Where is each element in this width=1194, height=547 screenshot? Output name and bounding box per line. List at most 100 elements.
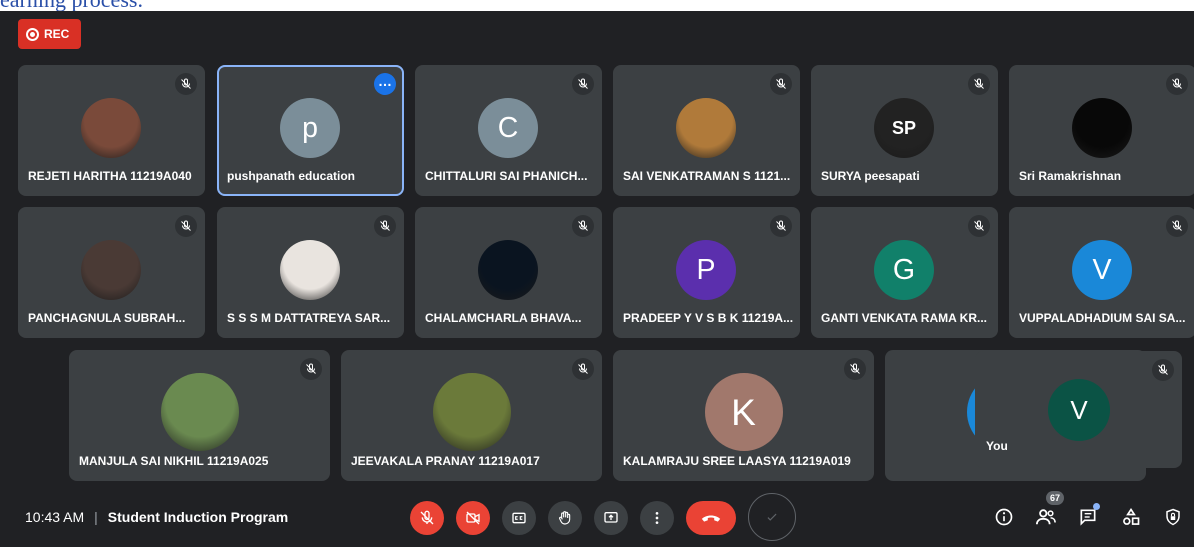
page-top-strip: earning process. [0, 0, 1194, 11]
muted-mic-icon [175, 215, 197, 237]
participant-tile[interactable]: CHALAMCHARLA BHAVA... [415, 207, 602, 338]
participant-tile[interactable]: V VUPPALADHADIUM SAI SA... [1009, 207, 1194, 338]
participant-tile[interactable]: G GANTI VENKATA RAMA KR... [811, 207, 998, 338]
participant-tile[interactable]: JEEVAKALA PRANAY 11219A017 [341, 350, 602, 481]
muted-mic-icon [968, 73, 990, 95]
participant-letter-avatar: P [676, 240, 736, 300]
participant-name: GANTI VENKATA RAMA KR... [821, 311, 987, 325]
participant-tile[interactable]: C CHITTALURI SAI PHANICH... [415, 65, 602, 196]
participant-photo-avatar [81, 98, 141, 158]
camera-off-icon [466, 511, 480, 525]
record-icon [26, 27, 39, 41]
muted-mic-icon [1152, 359, 1174, 381]
meeting-title: Student Induction Program [107, 509, 289, 525]
captions-icon [512, 512, 526, 524]
participant-name: PANCHAGNULA SUBRAH... [28, 311, 186, 325]
participant-tile[interactable]: P PRADEEP Y V S B K 11219A... [613, 207, 800, 338]
participant-tile[interactable]: K KALAMRAJU SREE LAASYA 11219A019 [613, 350, 874, 481]
captions-button[interactable] [502, 501, 536, 535]
participant-tile[interactable]: … p pushpanath education [217, 65, 404, 196]
info-icon [995, 508, 1013, 526]
participant-tile[interactable]: Sri Ramakrishnan [1009, 65, 1194, 196]
participant-name: REJETI HARITHA 11219A040 [28, 169, 192, 183]
muted-mic-icon [175, 73, 197, 95]
more-options-button[interactable] [640, 501, 674, 535]
recording-label: REC [44, 27, 70, 41]
self-avatar-letter: V [1070, 394, 1088, 425]
participant-photo-avatar [81, 240, 141, 300]
meeting-stage: REC REJETI HARITHA 11219A040 … p pushpanath… [0, 11, 1194, 547]
participant-name: CHALAMCHARLA BHAVA... [425, 311, 582, 325]
meeting-details-button[interactable] [990, 503, 1018, 531]
chat-unread-dot [1093, 503, 1100, 510]
raise-hand-button[interactable] [548, 501, 582, 535]
tile-more-options-icon[interactable]: … [374, 73, 396, 95]
participant-name: VUPPALADHADIUM SAI SA... [1019, 311, 1186, 325]
participant-letter-avatar: V [1072, 240, 1132, 300]
participant-name: S S S M DATTATREYA SAR... [227, 311, 391, 325]
participant-photo-avatar: SP [874, 98, 934, 158]
activities-icon [1123, 507, 1140, 525]
muted-mic-icon [770, 73, 792, 95]
participant-photo-avatar [1072, 98, 1132, 158]
participant-photo-avatar [280, 240, 340, 300]
participant-name: pushpanath education [227, 169, 356, 183]
participant-photo-avatar [160, 373, 239, 451]
present-screen-icon [604, 512, 618, 523]
self-avatar: V [1048, 379, 1110, 441]
meeting-info: 10:43 AM | Student Induction Program [25, 509, 288, 525]
participant-tile[interactable]: S S S M DATTATREYA SAR... [217, 207, 404, 338]
participant-tile[interactable]: REJETI HARITHA 11219A040 [18, 65, 205, 196]
activities-button[interactable] [1117, 503, 1145, 531]
participant-letter-avatar: C [478, 98, 538, 158]
participant-name: SAI VENKATRAMAN S 1121... [623, 169, 791, 183]
muted-mic-icon [300, 358, 322, 380]
participant-photo-avatar [478, 240, 538, 300]
chat-icon [1080, 509, 1096, 526]
participant-name: SURYA peesapati [821, 169, 920, 183]
participant-photo-avatar [432, 373, 511, 451]
shield-lock-icon [1166, 508, 1180, 526]
meeting-time: 10:43 AM [25, 509, 85, 525]
participant-name: PRADEEP Y V S B K 11219A... [623, 311, 794, 325]
mic-off-icon [420, 510, 434, 525]
more-vert-icon [655, 512, 659, 524]
mic-toggle-button[interactable] [410, 501, 444, 535]
participant-tile[interactable]: SP SURYA peesapati [811, 65, 998, 196]
muted-mic-icon [844, 358, 866, 380]
participant-letter-avatar: p [280, 98, 340, 158]
muted-mic-icon [572, 215, 594, 237]
muted-mic-icon [1166, 215, 1188, 237]
self-view-tile[interactable]: V You [975, 351, 1182, 468]
self-label: You [986, 439, 1008, 453]
participant-name: CHITTALURI SAI PHANICH... [425, 169, 588, 183]
muted-mic-icon [374, 215, 396, 237]
camera-toggle-button[interactable] [456, 501, 490, 535]
check-button[interactable] [748, 493, 796, 541]
people-button[interactable] [1032, 503, 1060, 531]
muted-mic-icon [572, 358, 594, 380]
participant-letter-avatar: K [704, 373, 783, 451]
participant-name: Sri Ramakrishnan [1019, 169, 1122, 183]
participant-photo-avatar [676, 98, 736, 158]
participant-letter-avatar: G [874, 240, 934, 300]
hangup-icon [701, 515, 721, 522]
muted-mic-icon [572, 73, 594, 95]
recording-indicator: REC [18, 19, 81, 49]
participant-name: MANJULA SAI NIKHIL 11219A025 [79, 454, 269, 468]
meeting-separator: | [94, 509, 98, 525]
leave-call-button[interactable] [686, 501, 736, 535]
host-controls-button[interactable] [1159, 503, 1187, 531]
participant-name: JEEVAKALA PRANAY 11219A017 [351, 454, 540, 468]
muted-mic-icon [968, 215, 990, 237]
participant-tile[interactable]: MANJULA SAI NIKHIL 11219A025 [69, 350, 330, 481]
page-top-text: earning process. [0, 0, 143, 11]
participant-tile[interactable]: SAI VENKATRAMAN S 1121... [613, 65, 800, 196]
control-bar: 10:43 AM | Student Induction Program 67 [0, 488, 1194, 547]
hand-icon [559, 511, 571, 525]
participant-tile[interactable]: PANCHAGNULA SUBRAH... [18, 207, 205, 338]
check-icon [767, 513, 777, 521]
present-button[interactable] [594, 501, 628, 535]
muted-mic-icon [1166, 73, 1188, 95]
people-icon [1036, 509, 1056, 525]
